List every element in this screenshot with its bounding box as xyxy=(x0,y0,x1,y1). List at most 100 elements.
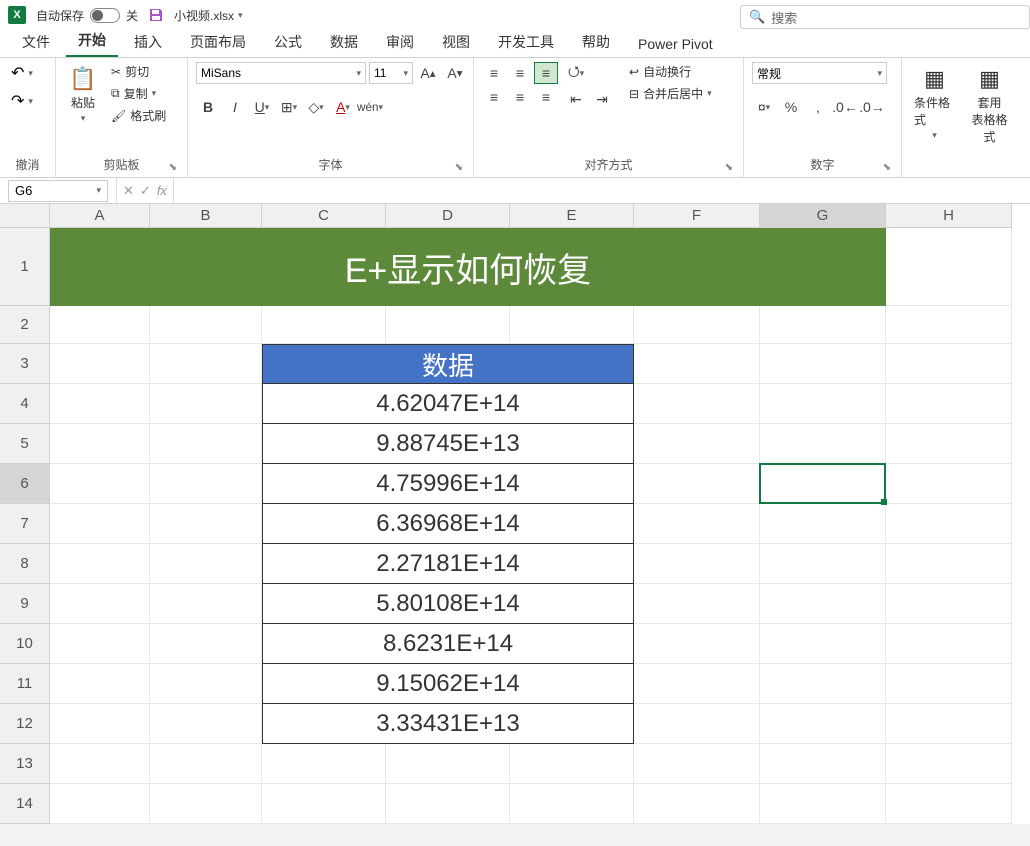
bold-button[interactable]: B xyxy=(196,96,220,118)
cell[interactable] xyxy=(150,464,262,504)
currency-button[interactable]: ¤▾ xyxy=(752,96,776,118)
cell[interactable] xyxy=(50,664,150,704)
data-cell[interactable]: 6.36968E+14 xyxy=(262,504,634,544)
cell[interactable] xyxy=(50,744,150,784)
fill-handle[interactable] xyxy=(881,499,887,505)
align-top-button[interactable]: ≡ xyxy=(482,62,506,84)
col-header-C[interactable]: C xyxy=(262,204,386,228)
cell[interactable] xyxy=(760,584,886,624)
format-as-table-button[interactable]: ▦套用 表格格式 xyxy=(965,62,1014,149)
align-bottom-button[interactable]: ≡ xyxy=(534,62,558,84)
redo-button[interactable]: ↷▾ xyxy=(8,90,36,112)
cell[interactable] xyxy=(150,344,262,384)
search-input[interactable]: 🔍 搜索 xyxy=(740,5,1030,29)
italic-button[interactable]: I xyxy=(223,96,247,118)
name-box[interactable]: G6▾ xyxy=(8,180,108,202)
cell[interactable] xyxy=(150,306,262,344)
row-header-14[interactable]: 14 xyxy=(0,784,50,824)
cell[interactable] xyxy=(510,744,634,784)
align-right-button[interactable]: ≡ xyxy=(534,86,558,108)
undo-button[interactable]: ↶▾ xyxy=(8,62,36,84)
row-header-9[interactable]: 9 xyxy=(0,584,50,624)
cell[interactable] xyxy=(510,306,634,344)
cell[interactable] xyxy=(634,704,760,744)
cell[interactable] xyxy=(760,384,886,424)
cell[interactable] xyxy=(634,544,760,584)
tab-公式[interactable]: 公式 xyxy=(262,27,314,57)
orientation-button[interactable]: ⭯▾ xyxy=(564,62,588,84)
col-header-A[interactable]: A xyxy=(50,204,150,228)
cell[interactable] xyxy=(150,584,262,624)
row-header-8[interactable]: 8 xyxy=(0,544,50,584)
cell[interactable] xyxy=(886,664,1012,704)
cell[interactable] xyxy=(886,744,1012,784)
underline-button[interactable]: U▾ xyxy=(250,96,274,118)
cell[interactable] xyxy=(760,544,886,584)
format-painter-button[interactable]: 🖌格式刷 xyxy=(108,106,169,125)
cell[interactable] xyxy=(886,384,1012,424)
cell[interactable] xyxy=(150,704,262,744)
number-format-combo[interactable]: 常规▾ xyxy=(752,62,887,84)
data-cell[interactable]: 4.75996E+14 xyxy=(262,464,634,504)
tab-数据[interactable]: 数据 xyxy=(318,27,370,57)
cell[interactable] xyxy=(760,344,886,384)
enter-icon[interactable]: ✓ xyxy=(140,183,151,199)
cell[interactable] xyxy=(886,784,1012,824)
cell[interactable] xyxy=(50,624,150,664)
cell[interactable] xyxy=(760,624,886,664)
row-header-7[interactable]: 7 xyxy=(0,504,50,544)
tab-视图[interactable]: 视图 xyxy=(430,27,482,57)
formula-input[interactable] xyxy=(174,178,1030,203)
font-name-combo[interactable]: MiSans▾ xyxy=(196,62,366,84)
cell[interactable] xyxy=(760,504,886,544)
cell[interactable] xyxy=(886,306,1012,344)
cell[interactable] xyxy=(262,744,386,784)
row-header-11[interactable]: 11 xyxy=(0,664,50,704)
cell[interactable] xyxy=(760,784,886,824)
font-color-button[interactable]: A▾ xyxy=(331,96,355,118)
cell[interactable] xyxy=(50,306,150,344)
cut-button[interactable]: ✂剪切 xyxy=(108,62,169,81)
cell[interactable] xyxy=(386,784,510,824)
cell[interactable] xyxy=(886,504,1012,544)
cell[interactable] xyxy=(634,384,760,424)
cell[interactable] xyxy=(886,228,1012,306)
cell[interactable] xyxy=(634,344,760,384)
comma-button[interactable]: , xyxy=(806,96,830,118)
row-header-12[interactable]: 12 xyxy=(0,704,50,744)
cell[interactable] xyxy=(760,704,886,744)
border-button[interactable]: ⊞▾ xyxy=(277,96,301,118)
cell[interactable] xyxy=(150,544,262,584)
cell[interactable] xyxy=(886,464,1012,504)
cell[interactable] xyxy=(50,504,150,544)
fill-color-button[interactable]: ◇▾ xyxy=(304,96,328,118)
row-header-10[interactable]: 10 xyxy=(0,624,50,664)
cell[interactable] xyxy=(760,744,886,784)
phonetic-button[interactable]: wén▾ xyxy=(358,96,382,118)
cell[interactable] xyxy=(634,624,760,664)
col-header-G[interactable]: G xyxy=(760,204,886,228)
data-cell[interactable]: 8.6231E+14 xyxy=(262,624,634,664)
indent-decrease-button[interactable]: ⇤ xyxy=(564,88,588,110)
shrink-font-button[interactable]: A▾ xyxy=(443,62,467,84)
cell[interactable] xyxy=(886,624,1012,664)
cell[interactable] xyxy=(886,584,1012,624)
col-header-D[interactable]: D xyxy=(386,204,510,228)
col-header-H[interactable]: H xyxy=(886,204,1012,228)
cell[interactable] xyxy=(760,664,886,704)
cell[interactable] xyxy=(150,624,262,664)
cell[interactable] xyxy=(634,584,760,624)
tab-审阅[interactable]: 审阅 xyxy=(374,27,426,57)
worksheet[interactable]: ABCDEFGH 1234567891011121314 E+显示如何恢复 数据… xyxy=(0,204,1030,824)
cell[interactable] xyxy=(886,344,1012,384)
launcher-icon[interactable]: ⬊ xyxy=(169,162,177,173)
save-icon[interactable] xyxy=(148,7,164,23)
tab-插入[interactable]: 插入 xyxy=(122,27,174,57)
percent-button[interactable]: % xyxy=(779,96,803,118)
select-all-corner[interactable] xyxy=(0,204,50,228)
indent-increase-button[interactable]: ⇥ xyxy=(590,88,614,110)
grow-font-button[interactable]: A▴ xyxy=(416,62,440,84)
tab-开始[interactable]: 开始 xyxy=(66,25,118,57)
cell[interactable] xyxy=(634,424,760,464)
cell[interactable] xyxy=(760,424,886,464)
